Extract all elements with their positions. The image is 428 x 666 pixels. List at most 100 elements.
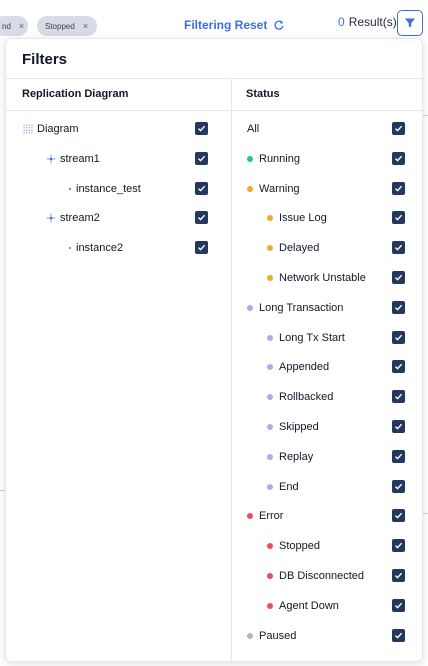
status-item-checkbox[interactable] [392, 598, 405, 612]
status-item-checkbox[interactable] [392, 628, 405, 642]
status-item-label: Appended [279, 361, 330, 374]
popup-title: Filters [22, 51, 68, 68]
filter-chip[interactable]: nd × [0, 16, 28, 36]
status-dot-icon [267, 394, 273, 401]
status-dot-icon [267, 364, 273, 371]
status-dot-icon [267, 602, 273, 609]
stream-icon [46, 154, 56, 164]
check-icon [395, 453, 403, 460]
check-icon [395, 274, 403, 281]
status-item: Replay [267, 447, 313, 467]
status-item-label: Long Tx Start [279, 331, 345, 344]
filters-popup: Filters Replication Diagram Status Diagr… [5, 38, 424, 662]
status-item-label: Delayed [279, 242, 320, 255]
status-item-checkbox[interactable] [392, 181, 405, 195]
status-item: Skipped [267, 417, 319, 437]
status-item-label: Skipped [279, 421, 319, 433]
tree-item-checkbox[interactable] [195, 181, 208, 195]
filter-button[interactable] [397, 10, 423, 36]
check-icon [395, 423, 403, 430]
result-count-label: Result(s) [348, 15, 397, 29]
status-dot-icon [267, 275, 273, 281]
tree-item-checkbox[interactable] [195, 151, 208, 165]
status-item: Long Transaction [247, 298, 343, 318]
status-dot-icon [247, 632, 253, 639]
status-item: Running [247, 149, 300, 169]
status-dot-icon [267, 543, 273, 550]
replication-diagram-header: Replication Diagram [22, 88, 129, 100]
status-item-label: Warning [259, 182, 300, 195]
tree-item: instance2 [69, 238, 123, 258]
filter-chip-label: Stopped [45, 21, 75, 31]
check-icon [395, 215, 403, 221]
check-icon [395, 632, 403, 639]
status-item-label: DB Disconnected [279, 570, 364, 582]
check-icon [198, 215, 206, 221]
status-item: Paused [247, 626, 296, 646]
tree-item-checkbox[interactable] [195, 241, 208, 255]
status-item-label: Long Transaction [259, 301, 344, 314]
status-item-checkbox[interactable] [392, 449, 405, 463]
status-item-checkbox[interactable] [392, 151, 405, 165]
status-item: All [247, 119, 259, 139]
status-item-checkbox[interactable] [392, 330, 405, 344]
status-item-checkbox[interactable] [392, 420, 405, 433]
tree-item-checkbox[interactable] [195, 122, 208, 135]
close-icon[interactable]: × [83, 21, 88, 31]
check-icon [198, 155, 206, 162]
status-item-checkbox[interactable] [392, 241, 405, 255]
status-header: Status [246, 88, 280, 100]
status-dot-icon [247, 155, 253, 162]
check-icon [395, 304, 403, 311]
status-item-checkbox[interactable] [392, 271, 405, 284]
check-icon [395, 393, 403, 400]
tree-item-label: stream1 [60, 152, 100, 165]
divider [6, 78, 424, 79]
status-item-label: Agent Down [279, 599, 339, 612]
check-icon [395, 334, 403, 341]
instance-dot-icon [69, 247, 71, 250]
status-item-label: Rollbacked [279, 391, 334, 404]
status-item-checkbox[interactable] [392, 539, 405, 553]
status-item-checkbox[interactable] [392, 360, 405, 374]
status-item: Issue Log [267, 208, 327, 228]
status-item: Long Tx Start [267, 328, 345, 348]
status-item: Network Unstable [267, 268, 366, 288]
tree-item: Diagram [23, 119, 79, 139]
result-count-value: 0 [338, 15, 345, 29]
status-item-checkbox[interactable] [392, 479, 405, 493]
status-item-label: Network Unstable [279, 272, 366, 284]
tree-item-label: instance_test [76, 182, 141, 195]
status-dot-icon [267, 245, 273, 252]
filtering-reset-button[interactable]: Filtering Reset [184, 18, 285, 32]
status-item: Agent Down [267, 596, 339, 616]
filter-icon [405, 18, 415, 28]
status-item-label: Error [259, 510, 284, 523]
status-item: End [267, 477, 299, 497]
status-dot-icon [267, 483, 273, 490]
check-icon [395, 483, 403, 490]
status-item: Error [247, 506, 283, 526]
status-dot-icon [247, 513, 253, 520]
status-item-checkbox[interactable] [392, 569, 405, 582]
divider [6, 110, 424, 111]
grid-icon [23, 124, 33, 134]
close-icon[interactable]: × [19, 21, 24, 31]
tree-item-label: stream2 [60, 212, 100, 225]
status-item-checkbox[interactable] [392, 122, 405, 135]
tree-item-label: Diagram [37, 123, 79, 135]
check-icon [395, 542, 403, 549]
status-item: Delayed [267, 238, 319, 258]
filter-chip[interactable]: Stopped × [37, 16, 97, 36]
status-item-checkbox[interactable] [392, 300, 405, 314]
check-icon [395, 244, 403, 251]
filter-chip-label: nd [2, 21, 11, 31]
status-item-checkbox[interactable] [392, 211, 405, 225]
status-item: Rollbacked [267, 387, 333, 407]
status-item-checkbox[interactable] [392, 390, 405, 404]
status-dot-icon [247, 185, 253, 192]
status-item-checkbox[interactable] [392, 509, 405, 523]
result-count: 0 Result(s) [338, 14, 397, 30]
tree-item-checkbox[interactable] [195, 211, 208, 225]
status-item: Appended [267, 357, 329, 377]
